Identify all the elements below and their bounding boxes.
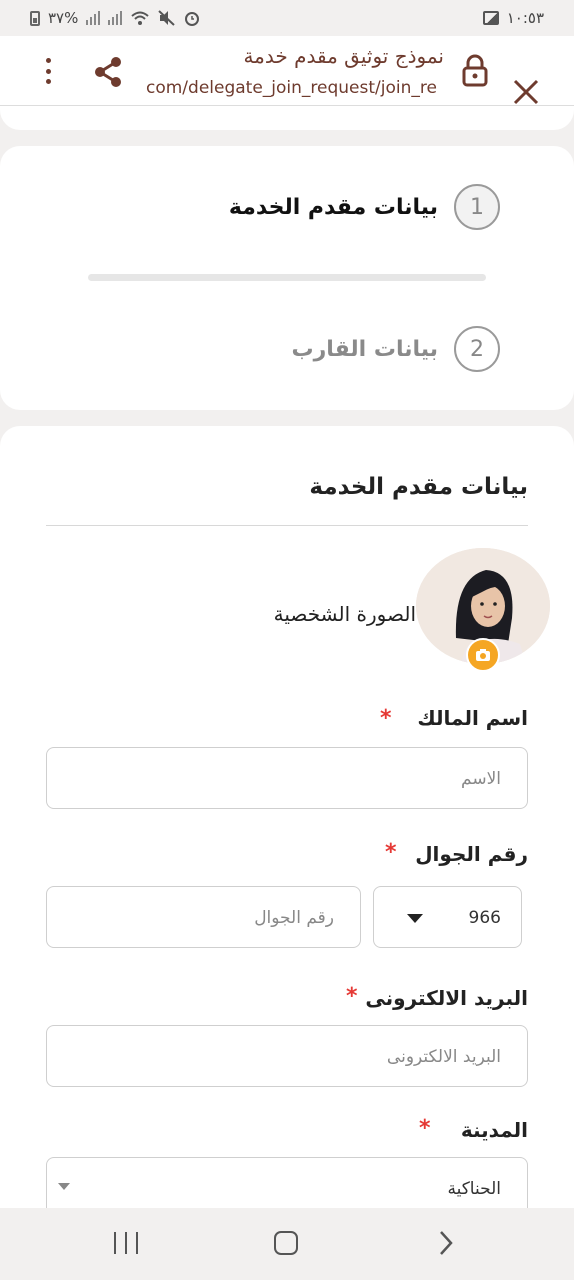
more-vertical-icon[interactable] — [38, 54, 58, 88]
signal-icon — [86, 11, 101, 25]
step-provider-data[interactable]: 1 بيانات مقدم الخدمة — [229, 184, 500, 230]
required-mark: * — [346, 984, 358, 1009]
battery-icon — [30, 10, 40, 26]
gallery-notification-icon — [482, 11, 499, 25]
form-title: بيانات مقدم الخدمة — [309, 474, 528, 500]
divider — [46, 525, 528, 526]
clock: ١٠:٥٣ — [506, 9, 544, 27]
status-bar: ٣٧% ١٠:٥٣ — [0, 0, 574, 36]
status-left: ٣٧% — [30, 9, 200, 27]
back-icon[interactable] — [438, 1230, 454, 1256]
share-icon[interactable] — [90, 54, 126, 90]
country-code-select[interactable]: 966 — [373, 886, 522, 948]
avatar-label: الصورة الشخصية — [273, 602, 416, 626]
city-dropdown-arrow-icon[interactable] — [58, 1183, 70, 1190]
alarm-icon — [185, 12, 200, 26]
mobile-input[interactable]: رقم الجوال — [46, 886, 361, 948]
required-mark: * — [380, 706, 392, 731]
form-card: بيانات مقدم الخدمة الصورة الشخصية اسم ال… — [0, 426, 574, 1226]
required-mark: * — [385, 840, 397, 865]
step-label: بيانات القارب — [291, 336, 438, 362]
city-label: المدينة — [460, 1118, 528, 1142]
email-input[interactable]: البريد الالكترونى — [46, 1025, 528, 1087]
step-label: بيانات مقدم الخدمة — [228, 194, 438, 220]
dropdown-arrow-icon[interactable] — [407, 914, 423, 923]
system-nav-bar — [0, 1208, 574, 1280]
browser-toolbar: نموذج توثيق مقدم خدمة com/delegate_join_… — [0, 36, 574, 106]
step-number: 1 — [454, 184, 500, 230]
battery-percent: ٣٧% — [48, 9, 79, 27]
email-label: البريد الالكترونى — [365, 986, 528, 1010]
mute-icon — [158, 10, 176, 26]
recent-apps-icon[interactable] — [114, 1232, 138, 1254]
wifi-icon — [131, 11, 150, 25]
page-title: نموذج توثيق مقدم خدمة — [243, 44, 444, 68]
step-number: 2 — [454, 326, 500, 372]
owner-name-label: اسم المالك — [417, 706, 528, 730]
lock-icon[interactable] — [460, 54, 490, 88]
close-icon[interactable] — [512, 78, 540, 106]
stepper-card: 1 بيانات مقدم الخدمة 2 بيانات القارب — [0, 146, 574, 410]
owner-name-input[interactable]: الاسم — [46, 747, 528, 809]
status-right: ١٠:٥٣ — [482, 9, 544, 27]
required-mark: * — [419, 1116, 431, 1141]
step-progress-bar — [88, 274, 486, 281]
country-code-value: 966 — [468, 908, 501, 928]
previous-card-edge — [0, 106, 574, 130]
step-boat-data[interactable]: 2 بيانات القارب — [292, 326, 500, 372]
camera-icon[interactable] — [466, 638, 500, 672]
signal-2-icon — [108, 11, 123, 25]
url-text[interactable]: com/delegate_join_request/join_re — [146, 78, 446, 98]
mobile-label: رقم الجوال — [415, 842, 528, 866]
home-icon[interactable] — [274, 1231, 298, 1255]
